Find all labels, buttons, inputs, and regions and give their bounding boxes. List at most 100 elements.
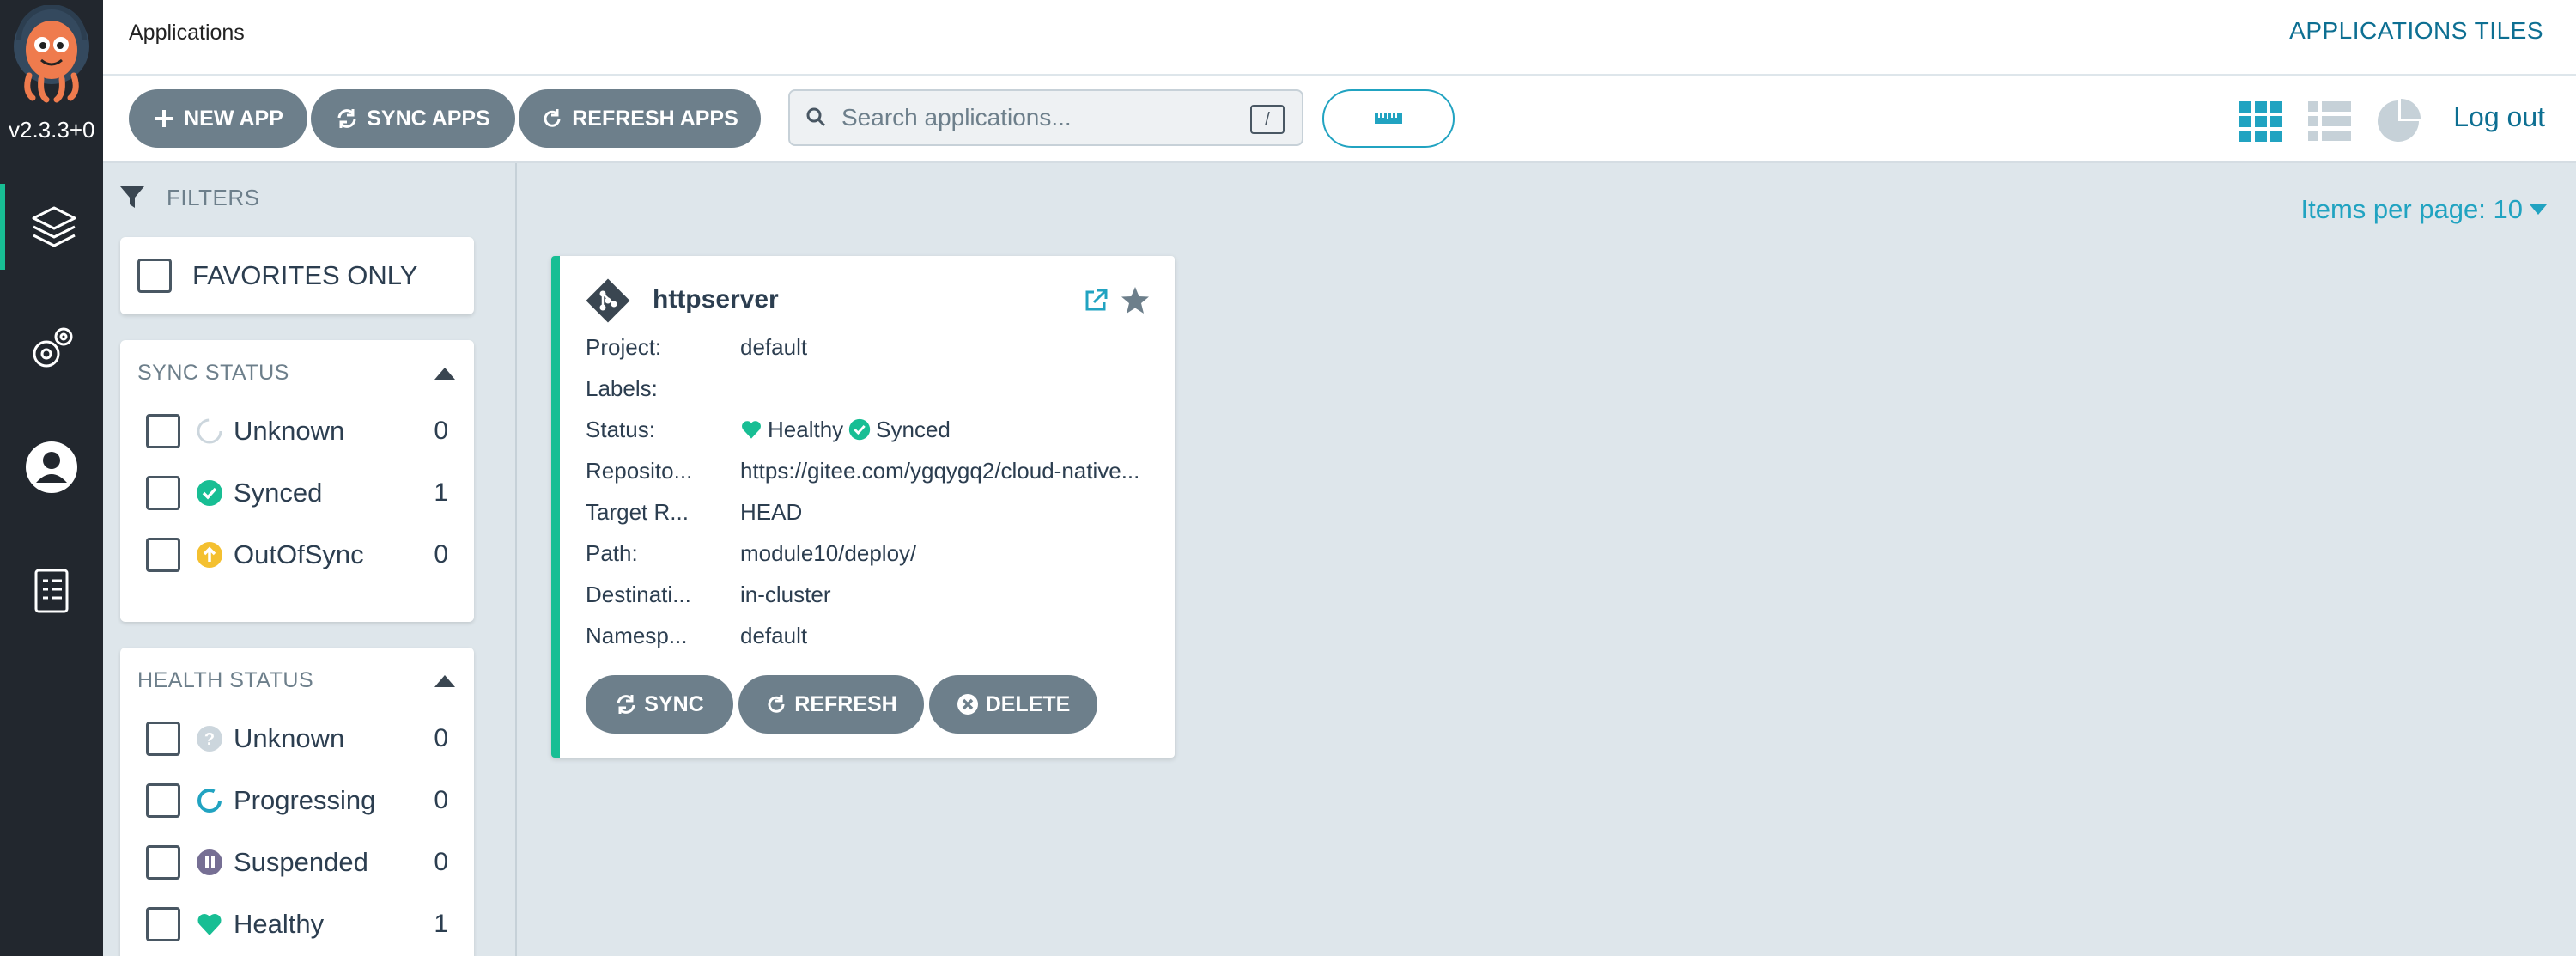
search-icon	[806, 107, 826, 127]
external-link-icon[interactable]	[1080, 285, 1111, 316]
sync-status-filter: SYNC STATUS Unknown 0 Synced 1 OutOfSync…	[120, 340, 474, 622]
search-box[interactable]: /	[788, 89, 1303, 146]
sync-button[interactable]: SYNC	[586, 675, 733, 734]
filter-row[interactable]: Synced 1	[146, 472, 448, 514]
filter-row[interactable]: ? Unknown 0	[146, 718, 448, 759]
unknown-health-icon: ?	[197, 726, 222, 752]
collapse-health-status-icon[interactable]	[434, 675, 455, 687]
filter-row[interactable]: Suspended 0	[146, 842, 448, 883]
status-row: Status: Healthy Synced	[586, 412, 1152, 447]
delete-circle-icon	[957, 694, 978, 715]
health-status: Healthy	[768, 416, 844, 442]
field-label: Project:	[586, 333, 662, 360]
health-status-title: HEALTH STATUS	[137, 668, 314, 692]
plus-icon	[155, 110, 173, 127]
checkbox[interactable]	[146, 414, 180, 448]
search-shortcut-badge: /	[1250, 105, 1285, 134]
field-label: Status:	[586, 416, 655, 442]
favorites-checkbox[interactable]	[137, 259, 172, 293]
filter-count: 1	[434, 478, 448, 507]
delete-button[interactable]: DELETE	[929, 675, 1097, 734]
filters-label: FILTERS	[167, 184, 260, 210]
star-icon[interactable]	[1120, 285, 1151, 316]
refresh-apps-button[interactable]: REFRESH APPS	[519, 89, 761, 148]
filter-count: 0	[434, 540, 448, 569]
filter-label: Progressing	[234, 785, 376, 815]
refresh-button[interactable]: REFRESH	[738, 675, 924, 734]
page-title: Applications	[129, 21, 245, 45]
field-label: Reposito...	[586, 457, 693, 484]
sync-icon	[337, 109, 356, 128]
filter-label: OutOfSync	[234, 539, 364, 569]
field-label: Target R...	[586, 498, 689, 525]
top-bar: Applications APPLICATIONS TILES	[103, 0, 2576, 76]
filter-row[interactable]: Unknown 0	[146, 411, 448, 452]
new-app-button[interactable]: NEW APP	[129, 89, 307, 148]
refresh-icon	[768, 695, 785, 713]
healthy-heart-icon	[742, 421, 761, 439]
out-of-sync-icon	[197, 542, 222, 568]
new-app-label: NEW APP	[184, 106, 283, 131]
sync-apps-label: SYNC APPS	[367, 106, 490, 131]
target-revision-row: Target R... HEAD	[586, 495, 1152, 529]
field-label: Path:	[586, 539, 638, 566]
field-value: module10/deploy/	[740, 539, 917, 566]
filters-panel: FILTERS FAVORITES ONLY SYNC STATUS Unkno…	[103, 163, 517, 956]
checkbox[interactable]	[146, 907, 180, 941]
argo-logo[interactable]	[7, 4, 96, 108]
health-status-filter: HEALTH STATUS ? Unknown 0 Progressing 0 …	[120, 648, 474, 956]
filter-row[interactable]: Progressing 0	[146, 780, 448, 821]
field-value: in-cluster	[740, 581, 831, 607]
filter-row[interactable]: OutOfSync 0	[146, 534, 448, 575]
sync-icon	[617, 695, 635, 714]
summary-view-icon[interactable]	[2375, 98, 2421, 144]
logout-link[interactable]: Log out	[2453, 101, 2545, 133]
suspended-icon	[197, 849, 222, 875]
items-per-page-select[interactable]: Items per page: 10	[2300, 194, 2547, 225]
filter-count: 0	[434, 786, 448, 814]
version-label: v2.3.3+0	[9, 117, 95, 143]
ruler-toggle-button[interactable]	[1322, 89, 1455, 148]
filter-row[interactable]: Healthy 1	[146, 904, 448, 945]
field-label: Namesp...	[586, 622, 688, 648]
list-view-icon[interactable]	[2306, 98, 2353, 144]
sync-apps-button[interactable]: SYNC APPS	[311, 89, 515, 148]
progressing-icon	[197, 789, 222, 813]
app-name[interactable]: httpserver	[653, 285, 779, 314]
delete-label: DELETE	[985, 691, 1071, 716]
settings-icon[interactable]	[0, 306, 103, 392]
collapse-sync-status-icon[interactable]	[434, 368, 455, 380]
user-icon[interactable]	[0, 424, 103, 510]
sync-label: SYNC	[644, 691, 704, 716]
filter-count: 0	[434, 848, 448, 876]
tiles-view-icon[interactable]	[2238, 98, 2284, 144]
filter-label: Unknown	[234, 416, 345, 446]
healthy-heart-icon	[197, 914, 222, 935]
checkbox[interactable]	[146, 722, 180, 756]
toolbar: NEW APP SYNC APPS REFRESH APPS /	[103, 76, 2576, 163]
svg-text:?: ?	[204, 730, 215, 749]
filter-label: Healthy	[234, 909, 325, 939]
checkbox[interactable]	[146, 783, 180, 818]
project-row: Project: default	[586, 330, 1152, 364]
status-values: Healthy Synced	[740, 417, 1152, 443]
ruler-icon	[1375, 113, 1402, 124]
field-label: Destinati...	[586, 581, 691, 607]
applications-icon[interactable]	[0, 184, 103, 270]
filter-label: Synced	[234, 478, 323, 508]
repository-row: Reposito... https://gitee.com/ygqygq2/cl…	[586, 454, 1152, 488]
docs-icon[interactable]	[0, 548, 103, 634]
field-label: Labels:	[586, 374, 658, 401]
checkbox[interactable]	[146, 476, 180, 510]
synced-icon	[848, 418, 871, 441]
items-per-page-label: Items per page: 10	[2300, 194, 2524, 224]
filter-count: 0	[434, 724, 448, 752]
checkbox[interactable]	[146, 845, 180, 880]
filter-icon	[120, 186, 144, 208]
favorites-only-filter[interactable]: FAVORITES ONLY	[120, 237, 474, 314]
sync-status-title: SYNC STATUS	[137, 361, 289, 385]
checkbox[interactable]	[146, 538, 180, 572]
refresh-label: REFRESH	[794, 691, 897, 716]
search-input[interactable]	[841, 104, 1245, 131]
app-tile[interactable]: httpserver Project: default Labels: Stat…	[551, 256, 1175, 758]
